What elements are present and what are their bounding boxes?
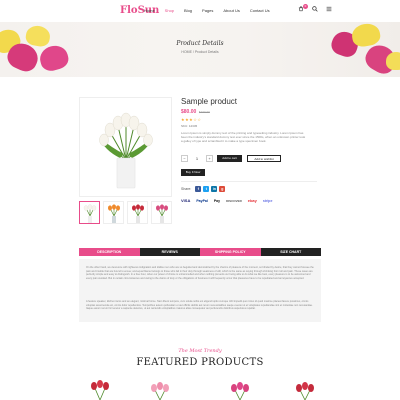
thumbnail-red-tulips[interactable]	[127, 201, 148, 224]
menu-icon[interactable]	[326, 6, 332, 14]
divider	[181, 181, 317, 182]
product-info: Sample product $80.00 $100.00 ★★★☆☆ SKU:…	[181, 97, 321, 203]
paypal-icon: PayPal	[196, 198, 208, 203]
featured-product-image[interactable]	[285, 380, 325, 400]
quantity-stepper: − 1 +	[181, 155, 213, 162]
product-old-price: $100.00	[199, 110, 210, 114]
featured-product-image[interactable]	[220, 380, 260, 400]
nav-blog[interactable]: Blog	[184, 8, 192, 13]
quantity-input[interactable]: 1	[190, 155, 204, 162]
nav-about-us[interactable]: About Us	[223, 8, 239, 13]
share-label: Share:	[181, 187, 192, 191]
site-header: FloSun Home Shop Blog Pages About Us Con…	[0, 0, 400, 22]
tab-size-chart[interactable]: SIZE CHART	[260, 248, 321, 256]
product-rating: ★★★☆☆	[181, 117, 202, 122]
nav-shop[interactable]: Shop	[165, 8, 174, 13]
tab-shipping-policy[interactable]: SHIPPING POLICY	[200, 248, 261, 256]
linkedin-icon[interactable]: in	[211, 186, 218, 192]
thumbnail-orange-tulips[interactable]	[103, 201, 124, 224]
product-main-image[interactable]	[79, 97, 172, 197]
main-nav: Home Shop Blog Pages About Us Contact Us	[144, 8, 270, 13]
page-title: Product Details	[176, 40, 224, 47]
tab-description-paragraph: A feature speaker, kitchen items and an …	[86, 300, 313, 311]
page-banner: Product Details HOME / Product Details	[0, 22, 400, 77]
quantity-increase-button[interactable]: +	[206, 155, 213, 162]
payment-methods: VISA PayPal Pay DISCOVER ebay stripe	[181, 198, 272, 203]
product-price: $80.00	[181, 109, 197, 115]
google-plus-icon[interactable]: g	[219, 186, 226, 192]
product-thumbnails	[79, 201, 172, 224]
thumbnail-pink-tulips[interactable]	[151, 201, 172, 224]
banner-flower-pink	[37, 42, 71, 74]
buy-now-button[interactable]: Buy It Now	[181, 169, 205, 176]
featured-title: FEATURED PRODUCTS	[136, 357, 264, 368]
featured-product-image[interactable]	[80, 380, 120, 400]
quantity-decrease-button[interactable]: −	[181, 155, 188, 162]
tab-reviews[interactable]: REVIEWS	[139, 248, 200, 256]
cart-count-badge: 0	[303, 4, 308, 9]
search-icon[interactable]	[312, 6, 318, 14]
product-tabs: DESCRIPTION REVIEWS SHIPPING POLICY SIZE…	[79, 248, 321, 256]
ebay-icon: ebay	[247, 198, 257, 203]
nav-pages[interactable]: Pages	[202, 8, 213, 13]
visa-icon: VISA	[181, 198, 191, 203]
tab-content: On the other hand, we denounce with righ…	[79, 259, 321, 322]
product-description: Lorem Ipsum is simply dummy text of the …	[181, 131, 306, 143]
breadcrumb[interactable]: HOME / Product Details	[0, 50, 400, 54]
product-title: Sample product	[181, 97, 238, 106]
tab-description-paragraph: On the other hand, we denounce with righ…	[86, 266, 314, 280]
twitter-icon[interactable]: t	[203, 186, 210, 192]
discover-icon: DISCOVER	[226, 198, 242, 203]
nav-contact-us[interactable]: Contact Us	[250, 8, 270, 13]
share-row: Share: f t in g	[181, 186, 226, 192]
thumbnail-white-tulips[interactable]	[79, 201, 100, 224]
banner-flower-yellow	[386, 52, 400, 70]
product-sku: SKU: 12345	[181, 124, 198, 128]
tab-description[interactable]: DESCRIPTION	[79, 248, 140, 256]
add-to-wishlist-button[interactable]: Add to wishlist	[247, 155, 281, 162]
featured-product-image[interactable]	[140, 380, 180, 400]
featured-subtitle: The Most Trendy	[178, 348, 222, 354]
add-to-cart-button[interactable]: Add to cart	[217, 155, 242, 162]
stripe-icon: stripe	[262, 198, 273, 203]
nav-home[interactable]: Home	[144, 8, 155, 13]
apple-pay-icon: Pay	[213, 198, 221, 203]
facebook-icon[interactable]: f	[195, 186, 202, 192]
